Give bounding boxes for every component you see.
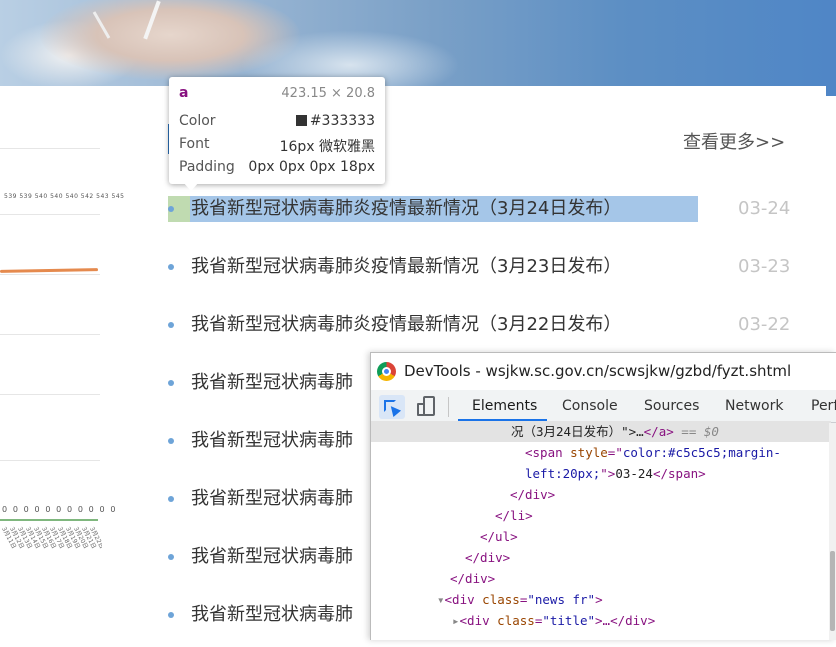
bullet-icon bbox=[168, 206, 174, 212]
news-title-link[interactable]: 我省新型冠状病毒肺 bbox=[191, 426, 353, 456]
tooltip-color-row: Color #333333 bbox=[179, 113, 375, 133]
tooltip-tag-name: a bbox=[179, 85, 189, 101]
news-item[interactable]: 我省新型冠状病毒肺炎疫情最新情况（3月23日发布） 03-23 bbox=[168, 252, 808, 284]
collapse-triangle-icon[interactable]: ▸ bbox=[452, 613, 460, 628]
dom-line[interactable]: </div> bbox=[371, 484, 831, 505]
news-title-link[interactable]: 我省新型冠状病毒肺 bbox=[191, 484, 353, 514]
news-item[interactable]: 我省新型冠状病毒肺炎疫情最新情况（3月22日发布） 03-22 bbox=[168, 310, 808, 342]
tooltip-font-label: Font bbox=[179, 136, 210, 152]
hero-banner-image bbox=[0, 0, 836, 96]
tooltip-padding-label: Padding bbox=[179, 159, 235, 175]
devtools-window[interactable]: DevTools - wsjkw.sc.gov.cn/scwsjkw/gzbd/… bbox=[370, 352, 836, 640]
inspect-element-icon[interactable] bbox=[379, 395, 405, 419]
dom-line[interactable]: ▸<div class="title">…</div> bbox=[371, 610, 831, 631]
tooltip-padding-value: 0px 0px 0px 18px bbox=[248, 159, 375, 175]
devtools-tabbar: Elements Console Sources Network Perf bbox=[371, 390, 836, 423]
scrollbar-thumb[interactable] bbox=[830, 551, 835, 631]
chart-top-ticks: 539 539 540 540 540 542 543 545 bbox=[4, 193, 125, 200]
tab-network[interactable]: Network bbox=[725, 398, 783, 414]
news-title-link[interactable]: 我省新型冠状病毒肺炎疫情最新情况（3月23日发布） bbox=[191, 252, 621, 282]
bullet-icon bbox=[168, 612, 174, 618]
elements-dom-tree[interactable]: 况（3月24日发布）">…</a> == $0 <span style="col… bbox=[371, 421, 836, 640]
news-title-link[interactable]: 我省新型冠状病毒肺炎疫情最新情况（3月22日发布） bbox=[191, 310, 621, 340]
chart-zero-row: 0 0 0 0 0 0 0 0 0 0 0 bbox=[2, 505, 118, 514]
dom-line[interactable]: 况（3月24日发布）">…</a> == $0 bbox=[371, 421, 831, 442]
bullet-icon bbox=[168, 380, 174, 386]
tooltip-dimensions: 423.15 × 20.8 bbox=[281, 86, 375, 101]
news-title-link[interactable]: 我省新型冠状病毒肺 bbox=[191, 600, 353, 630]
tooltip-padding-row: Padding 0px 0px 0px 18px bbox=[179, 159, 375, 179]
trend-line bbox=[0, 268, 99, 273]
news-title-link[interactable]: 我省新型冠状病毒肺炎疫情最新情况（3月24日发布） bbox=[191, 194, 621, 224]
dom-line[interactable]: left:20px;">03-24</span> bbox=[371, 463, 831, 484]
view-more-link[interactable]: 查看更多>> bbox=[683, 128, 785, 154]
devtools-title: DevTools - wsjkw.sc.gov.cn/scwsjkw/gzbd/… bbox=[404, 362, 792, 380]
devtools-titlebar[interactable]: DevTools - wsjkw.sc.gov.cn/scwsjkw/gzbd/… bbox=[371, 353, 836, 390]
expand-triangle-icon[interactable]: ▾ bbox=[437, 592, 445, 607]
news-date: 03-24 bbox=[738, 198, 791, 219]
devtools-scrollbar[interactable] bbox=[829, 423, 836, 640]
tooltip-color-value: #333333 bbox=[309, 113, 375, 129]
dom-line[interactable]: </div> bbox=[371, 547, 831, 568]
toolbar-divider bbox=[448, 397, 449, 417]
tab-performance[interactable]: Perf bbox=[811, 398, 836, 414]
dom-line[interactable]: </div> bbox=[371, 568, 831, 589]
chrome-icon bbox=[377, 362, 396, 381]
news-item[interactable]: 我省新型冠状病毒肺炎疫情最新情况（3月24日发布） 03-24 bbox=[168, 194, 808, 226]
tab-sources[interactable]: Sources bbox=[644, 398, 699, 414]
inspector-tooltip: a 423.15 × 20.8 Color #333333 Font 16px … bbox=[169, 77, 385, 191]
chart-date-ticks: 3月11日 3月12日 3月13日 3月14日 3月15日 3月16日 3月17日 3月18日… bbox=[2, 525, 102, 565]
tooltip-font-row: Font 16px 微软雅黑 bbox=[179, 136, 375, 156]
bullet-icon bbox=[168, 322, 174, 328]
news-title-link[interactable]: 我省新型冠状病毒肺 bbox=[191, 542, 353, 572]
news-date: 03-22 bbox=[738, 314, 791, 335]
chart-baseline bbox=[0, 519, 98, 521]
tab-console[interactable]: Console bbox=[562, 398, 618, 414]
dom-line[interactable]: </li> bbox=[371, 505, 831, 526]
bullet-icon bbox=[168, 264, 174, 270]
bullet-icon bbox=[168, 496, 174, 502]
device-toolbar-icon[interactable] bbox=[417, 396, 437, 418]
tooltip-arrow bbox=[183, 182, 199, 191]
dom-line[interactable]: ▾<div class="news fr"> bbox=[371, 589, 831, 610]
bullet-icon bbox=[168, 554, 174, 560]
tooltip-color-label: Color bbox=[179, 113, 216, 129]
news-date: 03-23 bbox=[738, 256, 791, 277]
dom-line[interactable]: <span style="color:#c5c5c5;margin- bbox=[371, 442, 831, 463]
tab-elements[interactable]: Elements bbox=[472, 398, 537, 414]
tooltip-font-value: 16px 微软雅黑 bbox=[279, 139, 375, 155]
bullet-icon bbox=[168, 438, 174, 444]
color-swatch-icon bbox=[295, 115, 307, 126]
news-title-link[interactable]: 我省新型冠状病毒肺 bbox=[191, 368, 353, 398]
dom-line[interactable]: </ul> bbox=[371, 526, 831, 547]
